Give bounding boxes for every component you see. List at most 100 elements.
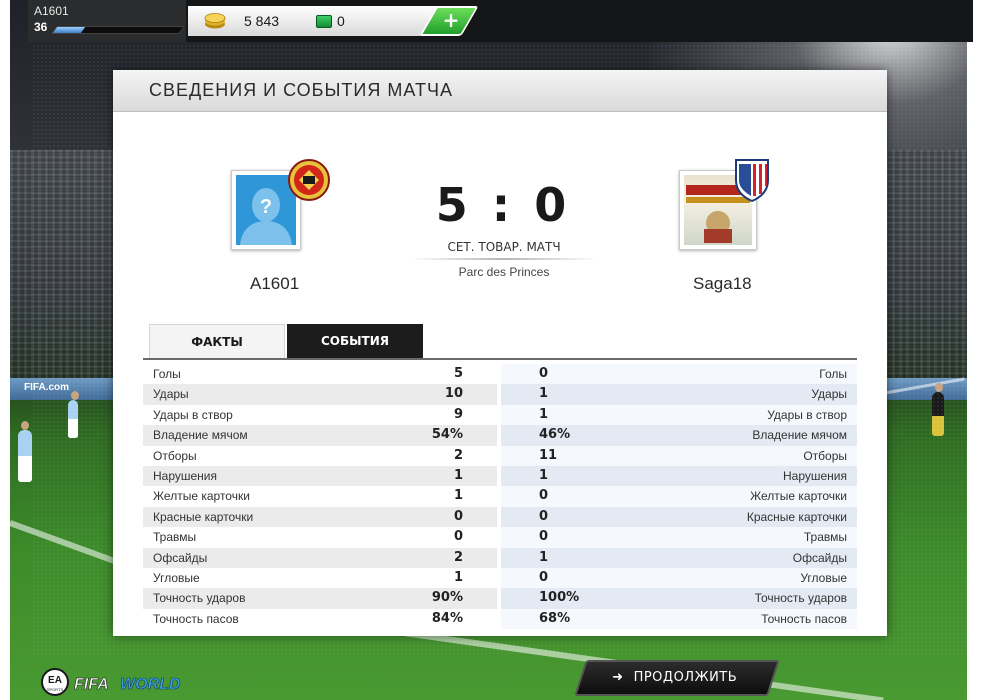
stat-row: Удары в створ 9 1 Удары в створ [143, 404, 857, 426]
arrow-right-icon: ➜ [612, 670, 624, 685]
match-score: 5 : 0 [435, 178, 571, 232]
tab-divider [143, 358, 857, 360]
ea-brand-text: EA [48, 675, 62, 686]
away-team-name: Saga18 [693, 274, 752, 293]
fifa-world-logo: EA SPORTS FIFA WORLD [41, 668, 181, 696]
stat-value-away: 1 [539, 549, 549, 565]
stat-row: Желтые карточки 1 0 Желтые карточки [143, 486, 857, 507]
stat-value-home: 1 [453, 488, 463, 504]
stat-right-bg [501, 364, 857, 385]
home-team-name: A1601 [250, 274, 300, 293]
coins-value: 5 843 [244, 13, 280, 29]
stat-label-away: Владение мячом [752, 428, 847, 443]
stat-label-home: Красные карточки [153, 509, 254, 524]
away-club-crest-icon [735, 159, 769, 202]
stat-value-home: 1 [453, 569, 463, 585]
stat-label-away: Удары [811, 387, 847, 402]
stat-label-away: Красные карточки [746, 509, 847, 524]
stat-value-home: 10 [444, 386, 463, 402]
stat-value-home: 2 [453, 549, 463, 565]
fifa-brand-text: FIFA [74, 676, 109, 693]
stat-label-home: Травмы [153, 530, 197, 545]
fifa-points-icon [316, 15, 332, 28]
stat-row: Владение мячом 54% 46% Владение мячом [143, 425, 857, 446]
divider [409, 258, 599, 260]
player-name: A1601 [34, 4, 69, 18]
stat-label-away: Удары в створ [767, 407, 847, 422]
stat-label-away: Точность пасов [761, 611, 847, 626]
stat-row: Угловые 1 0 Угловые [143, 567, 857, 589]
stat-value-home: 1 [453, 467, 463, 483]
stat-value-home: 0 [453, 529, 463, 545]
stat-label-home: Владение мячом [153, 428, 248, 443]
match-stats-table: Голы 5 0 Голы Удары 10 1 Удары Удары в створ 9 1 Уд… [143, 364, 857, 630]
stat-row: Офсайды 2 1 Офсайды [143, 547, 857, 568]
currency-display: 5 843 0 [188, 6, 450, 36]
stat-label-away: Нарушения [782, 468, 847, 483]
stat-value-away: 11 [539, 447, 558, 463]
points-value: 0 [337, 13, 345, 29]
stat-label-away: Отборы [803, 448, 847, 463]
xp-progress-bar [51, 26, 185, 34]
stat-label-home: Отборы [153, 448, 197, 463]
background-player [18, 421, 32, 482]
stat-value-away: 100% [539, 590, 580, 606]
continue-button[interactable]: ➜ ПРОДОЛЖИТЬ [574, 660, 780, 696]
stat-value-away: 68% [539, 610, 571, 626]
dialog-header: СВЕДЕНИЯ И СОБЫТИЯ МАТЧА [113, 70, 887, 112]
stat-label-home: Нарушения [153, 468, 218, 483]
coin-stack-icon [204, 13, 226, 29]
stat-value-away: 1 [539, 467, 549, 483]
match-type: СЕТ. ТОВАР. МАТЧ [447, 240, 561, 254]
stat-label-home: Точность пасов [153, 611, 239, 626]
stat-label-away: Точность ударов [754, 591, 847, 606]
stat-value-away: 0 [539, 366, 549, 381]
world-brand-text: WORLD [120, 676, 181, 693]
player-level: 36 [34, 20, 48, 34]
tab-events[interactable]: СОБЫТИЯ [287, 324, 423, 358]
stat-label-away: Угловые [800, 570, 847, 585]
player-profile[interactable]: A1601 36 [28, 0, 186, 42]
stat-value-away: 0 [539, 529, 549, 545]
stat-value-away: 1 [539, 386, 549, 402]
stat-row: Удары 10 1 Удары [143, 384, 857, 405]
stat-label-away: Травмы [803, 530, 847, 545]
stat-label-home: Удары [153, 387, 189, 402]
stat-row: Точность ударов 90% 100% Точность ударов [143, 588, 857, 609]
stat-label-away: Голы [819, 367, 847, 381]
stat-label-home: Голы [153, 367, 181, 381]
match-details-dialog: СВЕДЕНИЯ И СОБЫТИЯ МАТЧА ? A1601 5 : 0 С… [113, 70, 887, 636]
stat-value-away: 46% [539, 427, 571, 443]
stat-value-away: 1 [539, 406, 549, 422]
sports-brand-text: SPORTS [47, 687, 64, 692]
stat-right-bg [501, 384, 857, 405]
xp-progress-fill [52, 27, 85, 33]
stat-value-home: 84% [431, 610, 463, 626]
stat-row: Отборы 2 11 Отборы [143, 445, 857, 466]
stat-label-home: Точность ударов [153, 591, 246, 606]
stat-value-away: 0 [539, 569, 549, 585]
home-club-crest-icon [288, 159, 330, 201]
plus-icon: + [442, 8, 460, 32]
stat-value-home: 9 [453, 406, 463, 422]
stat-label-home: Желтые карточки [153, 489, 250, 504]
stat-row: Голы 5 0 Голы [143, 364, 857, 385]
tab-facts[interactable]: ФАКТЫ [149, 324, 285, 358]
stat-label-home: Удары в створ [153, 407, 233, 422]
stat-row: Точность пасов 84% 68% Точность пасов [143, 608, 857, 630]
stat-label-home: Угловые [153, 570, 200, 585]
stat-row: Нарушения 1 1 Нарушения [143, 465, 857, 487]
stat-value-away: 0 [539, 488, 549, 504]
continue-label: ПРОДОЛЖИТЬ [633, 670, 738, 685]
stadium-name: Parc des Princes [458, 265, 550, 279]
stat-value-home: 54% [431, 427, 463, 443]
stat-label-away: Офсайды [792, 550, 847, 565]
stat-value-home: 2 [453, 447, 463, 463]
stat-value-away: 0 [539, 508, 549, 524]
stat-value-home: 0 [453, 508, 463, 524]
stat-value-home: 5 [453, 366, 463, 381]
stat-row: Красные карточки 0 0 Красные карточки [143, 506, 857, 528]
dialog-title: СВЕДЕНИЯ И СОБЫТИЯ МАТЧА [149, 80, 453, 100]
stat-label-home: Офсайды [153, 550, 208, 565]
stat-value-home: 90% [431, 590, 463, 606]
